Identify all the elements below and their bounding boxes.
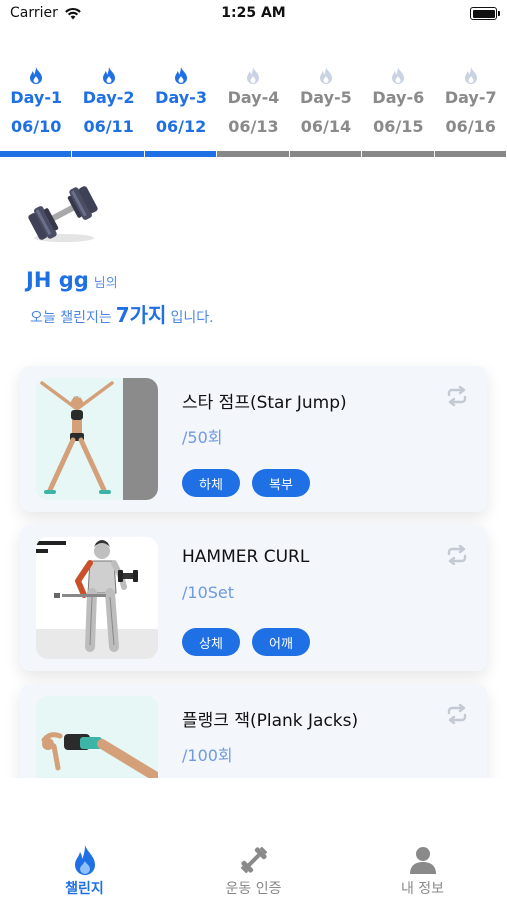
exercise-amount: /100회 — [182, 746, 233, 765]
challenge-count: 7가지 — [115, 303, 167, 327]
day-label: Day-4 — [227, 88, 280, 107]
status-time: 1:25 AM — [221, 5, 286, 21]
flame-icon — [319, 67, 332, 84]
battery-fill — [472, 9, 495, 18]
day-label: Day-5 — [300, 88, 352, 107]
exercise-amount: /10Set — [182, 583, 235, 602]
day-progress-bar — [434, 151, 506, 157]
swap-icon[interactable] — [445, 545, 469, 565]
flame-icon — [102, 67, 115, 84]
day-label: Day-2 — [82, 88, 135, 107]
swap-icon[interactable] — [445, 386, 469, 406]
user-greeting: JH gg 님의 — [26, 268, 118, 292]
day-date: 06/11 — [83, 117, 134, 136]
day-tab-7[interactable]: Day-7 06/16 — [434, 62, 507, 158]
exercise-list[interactable]: 스타 점프(Star Jump) /50회 하체 복부 HAMMER CURL … — [0, 350, 507, 778]
flame-icon — [464, 67, 477, 84]
exercise-title: 스타 점프(Star Jump) — [182, 393, 347, 413]
tag-chip[interactable]: 복부 — [252, 469, 310, 497]
status-bar: Carrier 1:25 AM — [0, 0, 507, 30]
day-date: 06/10 — [11, 117, 62, 136]
day-tab-5[interactable]: Day-5 06/14 — [289, 62, 362, 158]
tag-chip[interactable]: 하체 — [182, 469, 240, 497]
day-label: Day-1 — [10, 88, 63, 107]
exercise-amount: /50회 — [182, 428, 223, 447]
battery-icon — [470, 7, 500, 20]
dumbbell-illustration — [28, 186, 98, 242]
day-tab-4[interactable]: Day-4 06/13 — [217, 62, 289, 158]
flame-icon — [30, 67, 43, 84]
tag-chip[interactable]: 상체 — [182, 628, 240, 656]
flame-icon — [247, 67, 260, 84]
battery-cap — [498, 11, 500, 16]
exercise-title: 플랭크 잭(Plank Jacks) — [182, 711, 359, 731]
day-progress-bar — [0, 151, 72, 157]
day-progress-bar — [217, 151, 289, 157]
exercise-tags: 하체 복부 — [182, 469, 310, 497]
tab-label: 내 정보 — [400, 881, 445, 897]
exercise-tags: 상체 어깨 — [182, 628, 310, 656]
tab-workout-verify[interactable]: 운동 인증 — [169, 818, 338, 900]
star-jump-illustration — [36, 378, 158, 500]
tab-label: 챌린지 — [65, 881, 104, 897]
challenge-summary: 오늘 챌린지는 7가지 입니다. — [30, 299, 214, 328]
user-name-suffix: 님의 — [93, 276, 118, 291]
day-progress-bar — [362, 151, 434, 157]
day-label: Day-7 — [444, 88, 497, 107]
flame-icon — [175, 67, 188, 84]
day-date: 06/14 — [300, 117, 352, 136]
person-icon — [409, 847, 436, 874]
day-date: 06/13 — [228, 117, 279, 136]
exercise-card[interactable]: 스타 점프(Star Jump) /50회 하체 복부 — [20, 366, 487, 512]
day-label: Day-6 — [372, 88, 425, 107]
day-tabs: Day-1 06/10 Day-2 06/11 Day-3 06/12 Day-4 06/13… — [0, 62, 507, 158]
day-tab-3[interactable]: Day-3 06/12 — [144, 62, 217, 158]
exercise-card[interactable]: HAMMER CURL /10Set 상체 어깨 — [20, 525, 487, 671]
hammer-curl-illustration — [36, 537, 158, 659]
dumbbell-icon — [240, 846, 267, 874]
challenge-prefix: 오늘 챌린지는 — [30, 310, 112, 326]
day-progress-bar — [289, 151, 362, 157]
exercise-title: HAMMER CURL — [182, 547, 310, 567]
day-tab-1[interactable]: Day-1 06/10 — [0, 62, 72, 158]
tab-label: 운동 인증 — [225, 881, 282, 897]
flame-icon — [74, 845, 95, 875]
tab-challenge[interactable]: 챌린지 — [0, 818, 169, 900]
plank-jacks-illustration — [36, 696, 158, 778]
day-label: Day-3 — [155, 88, 207, 107]
day-progress-bar — [144, 151, 217, 157]
swap-icon[interactable] — [445, 704, 469, 724]
day-tab-6[interactable]: Day-6 06/15 — [362, 62, 434, 158]
tab-my-info[interactable]: 내 정보 — [338, 818, 507, 900]
day-tab-2[interactable]: Day-2 06/11 — [72, 62, 144, 158]
challenge-suffix: 입니다. — [170, 310, 214, 326]
tag-chip[interactable]: 어깨 — [252, 628, 310, 656]
user-name: JH gg — [26, 268, 89, 292]
day-date: 06/15 — [373, 117, 424, 136]
bottom-tab-bar: 챌린지 운동 인증 내 정보 — [0, 818, 507, 900]
flame-icon — [392, 67, 405, 84]
day-date: 06/16 — [445, 117, 496, 136]
day-progress-bar — [72, 151, 144, 157]
exercise-card[interactable]: 플랭크 잭(Plank Jacks) /100회 — [20, 684, 487, 778]
day-date: 06/12 — [155, 117, 207, 136]
